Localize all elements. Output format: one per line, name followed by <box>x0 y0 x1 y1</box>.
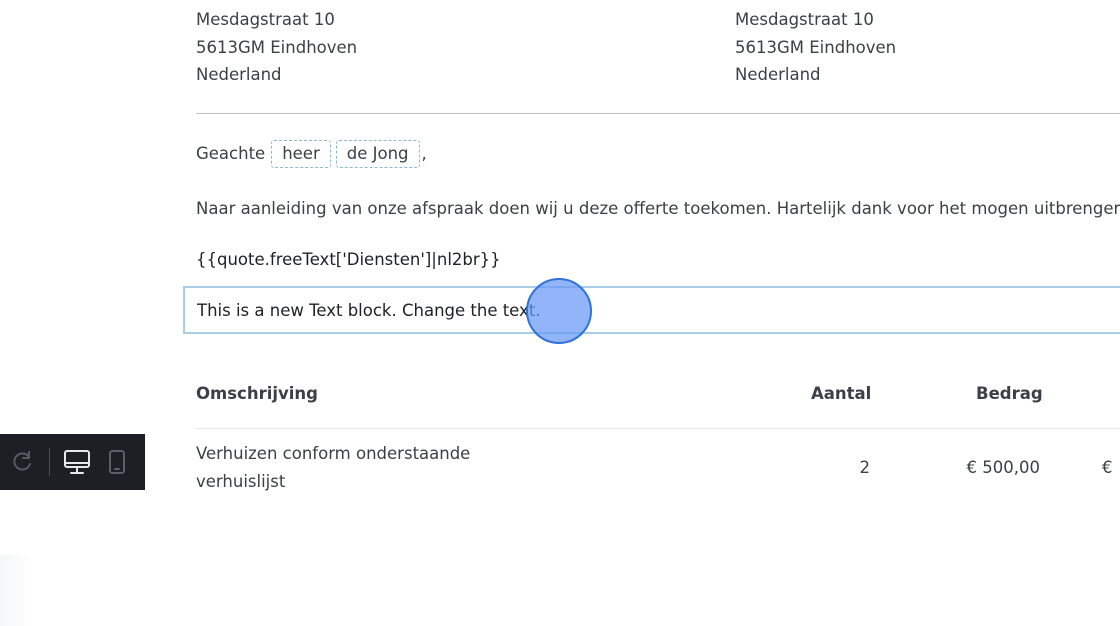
selected-text-block[interactable]: This is a new Text block. Change the tex… <box>183 286 1120 334</box>
recipient-postal-city: 5613GM Eindhoven <box>735 37 897 57</box>
row-total: € <box>1102 458 1113 477</box>
redo-button[interactable] <box>7 446 37 478</box>
sender-address: Mesdagstraat 10 5613GM Eindhoven Nederla… <box>196 6 357 89</box>
preview-toolbar <box>0 434 145 490</box>
intro-paragraph[interactable]: Naar aanleiding van onze afspraak doen w… <box>196 196 1120 222</box>
row-quantity: 2 <box>859 458 871 477</box>
row-description: Verhuizen conform onderstaande verhuisli… <box>196 444 471 491</box>
text-block-content[interactable]: This is a new Text block. Change the tex… <box>197 299 541 323</box>
recipient-country: Nederland <box>735 65 821 84</box>
column-header-amount: Bedrag <box>976 384 1043 403</box>
toolbar-separator <box>49 448 50 476</box>
mobile-view-icon <box>109 450 125 474</box>
header-divider <box>196 113 1120 114</box>
mobile-view-button[interactable] <box>102 446 132 478</box>
recipient-street: Mesdagstraat 10 <box>735 10 874 29</box>
sender-street: Mesdagstraat 10 <box>196 10 335 29</box>
column-header-quantity: Aantal <box>811 384 872 403</box>
table-row-divider <box>196 428 1120 429</box>
column-header-description: Omschrijving <box>196 384 318 403</box>
title-merge-token[interactable]: heer <box>271 140 331 168</box>
click-cursor-indicator <box>526 278 592 344</box>
sidebar-edge <box>0 555 32 626</box>
desktop-view-button[interactable] <box>62 446 92 478</box>
template-variable-block[interactable]: {{quote.freeText['Diensten']|nl2br}} <box>196 247 501 273</box>
sender-country: Nederland <box>196 65 282 84</box>
greeting-line: Geachte heer de Jong , <box>196 140 427 168</box>
redo-icon <box>13 451 31 471</box>
name-merge-token[interactable]: de Jong <box>335 140 420 168</box>
sender-postal-city: 5613GM Eindhoven <box>196 37 358 57</box>
greeting-salutation: Geachte <box>196 144 266 163</box>
desktop-view-icon <box>64 450 90 474</box>
greeting-punctuation: , <box>421 144 427 163</box>
row-amount: € 500,00 <box>966 458 1040 477</box>
recipient-address: Mesdagstraat 10 5613GM Eindhoven Nederla… <box>735 6 896 89</box>
